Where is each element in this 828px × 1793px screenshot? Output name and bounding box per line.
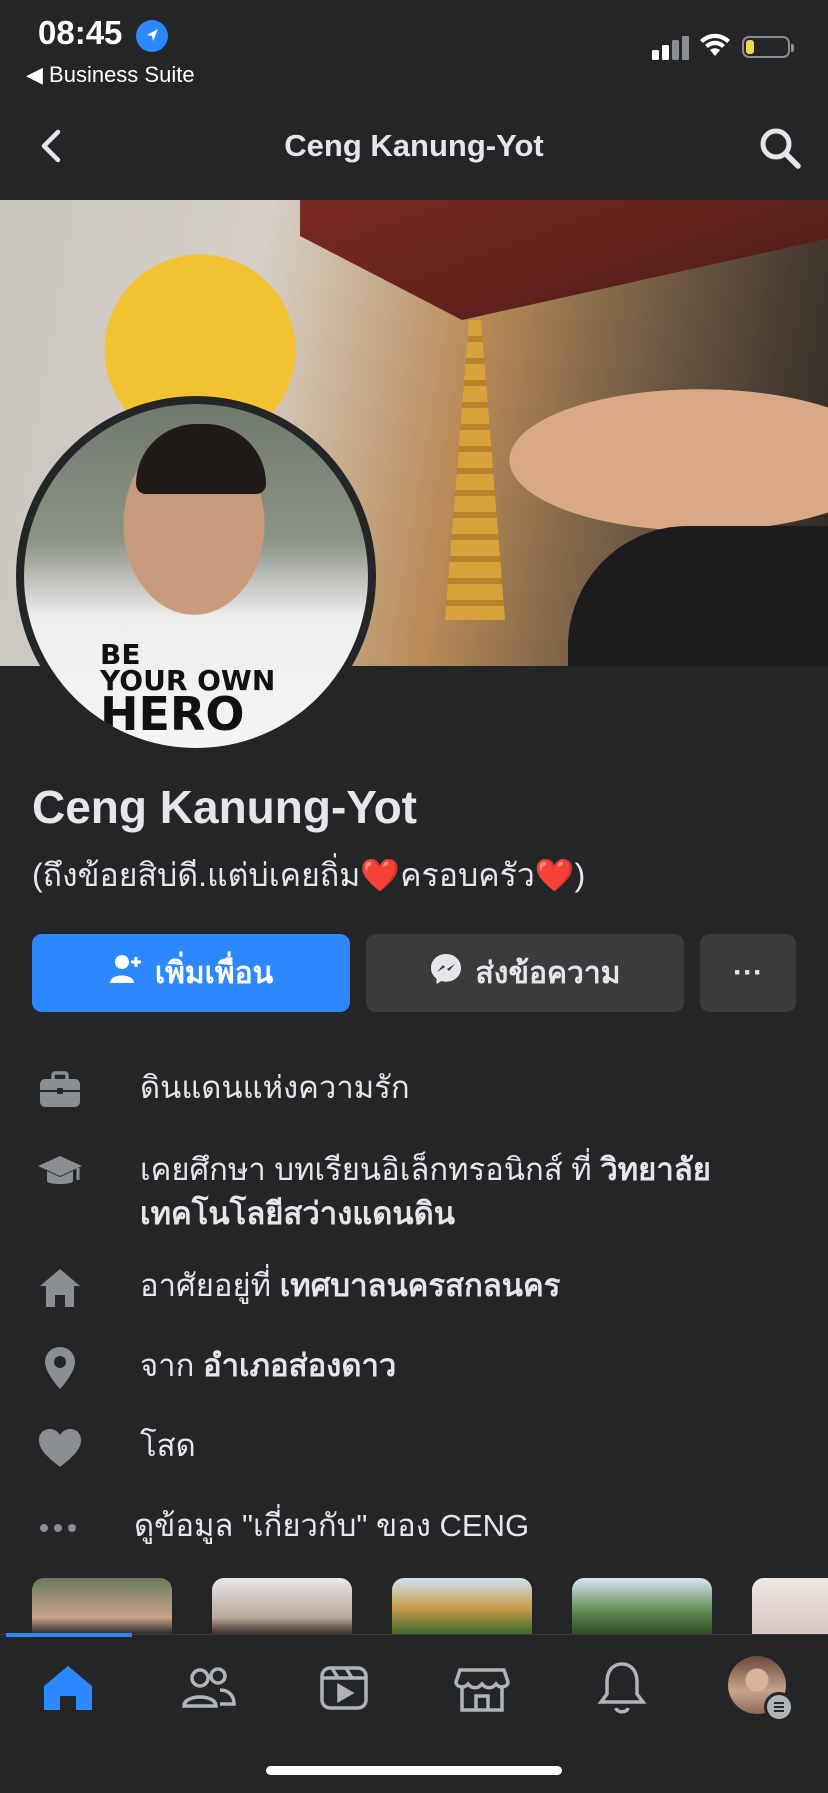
info-relationship-text: โสด [140,1428,196,1463]
more-options-button[interactable]: ··· [700,934,796,1012]
tab-notifications[interactable] [590,1656,654,1720]
info-row-workplace: ดินแดนแห่งความรัก [36,1066,410,1114]
info-education-prefix: เคยศึกษา บทเรียนอิเล็กทรอนิกส์ ที่ [140,1152,601,1187]
info-current-city-link[interactable]: เทศบาลนครสกลนคร [280,1268,561,1303]
info-hometown-prefix: จาก [140,1348,203,1383]
photo-thumbnail[interactable] [572,1578,712,1634]
search-icon[interactable] [758,126,802,170]
more-options-icon: ··· [733,956,763,989]
status-time: 08:45 [38,14,123,51]
back-to-business-suite-link[interactable]: ◀ Business Suite [26,62,195,88]
send-message-label: ส่งข้อความ [475,956,621,990]
friends-icon [176,1667,240,1724]
home-icon [36,1666,100,1724]
tab-marketplace[interactable] [450,1656,514,1720]
video-icon [312,1666,376,1724]
profile-name: Ceng Kanung-Yot [32,781,417,833]
info-hometown-link[interactable]: อำเภอส่องดาว [203,1348,396,1383]
more-dots-icon [36,1504,84,1552]
photo-thumbnail[interactable] [752,1578,828,1634]
add-friend-icon [109,953,143,993]
notifications-icon [590,1662,654,1724]
add-friend-button[interactable]: เพิ่มเพื่อน [32,934,350,1012]
profile-bio: (ถึงข้อยสิบ่ดี.แต่บ่เคยถิ่ม❤️ครอบครัว❤️) [32,857,586,893]
info-current-city-prefix: อาศัยอยู่ที่ [140,1268,280,1303]
wifi-icon [698,32,732,63]
tab-friends[interactable] [176,1656,240,1720]
briefcase-icon [36,1066,84,1114]
graduation-cap-icon [36,1148,84,1196]
info-row-education: เคยศึกษา บทเรียนอิเล็กทรอนิกส์ ที่ วิทยา… [36,1148,780,1236]
menu-badge-icon [764,1692,794,1722]
tab-home[interactable] [36,1656,100,1720]
tab-video[interactable] [312,1656,376,1720]
send-message-button[interactable]: ส่งข้อความ [366,934,684,1012]
info-row-hometown: จาก อำเภอส่องดาว [36,1344,396,1392]
profile-photo[interactable]: BE YOUR OWN HERO [24,404,368,748]
info-row-current-city: อาศัยอยู่ที่ เทศบาลนครสกลนคร [36,1264,560,1312]
location-arrow-icon [136,20,168,52]
marketplace-icon [450,1668,514,1724]
location-pin-icon [36,1344,84,1392]
info-row-relationship: โสด [36,1424,196,1472]
page-title: Ceng Kanung-Yot [284,128,544,163]
home-indicator [266,1766,562,1775]
heart-icon [36,1424,84,1472]
messenger-icon [429,952,463,994]
photo-thumbnail[interactable] [32,1578,172,1634]
battery-icon [742,36,794,58]
add-friend-label: เพิ่มเพื่อน [154,956,274,990]
profile-photo-shirt-text: BE YOUR OWN HERO [100,638,276,741]
info-workplace-text: ดินแดนแห่งความรัก [140,1070,410,1105]
see-about-info-link[interactable]: ดูข้อมูล "เกี่ยวกับ" ของ CENG [36,1504,529,1552]
cellular-signal-icon [652,36,690,65]
home-icon [36,1264,84,1312]
photo-thumbnail[interactable] [212,1578,352,1634]
see-about-info-text: ดูข้อมูล "เกี่ยวกับ" ของ CENG [134,1508,530,1543]
active-tab-indicator [6,1633,132,1637]
photo-thumbnail[interactable] [392,1578,532,1634]
